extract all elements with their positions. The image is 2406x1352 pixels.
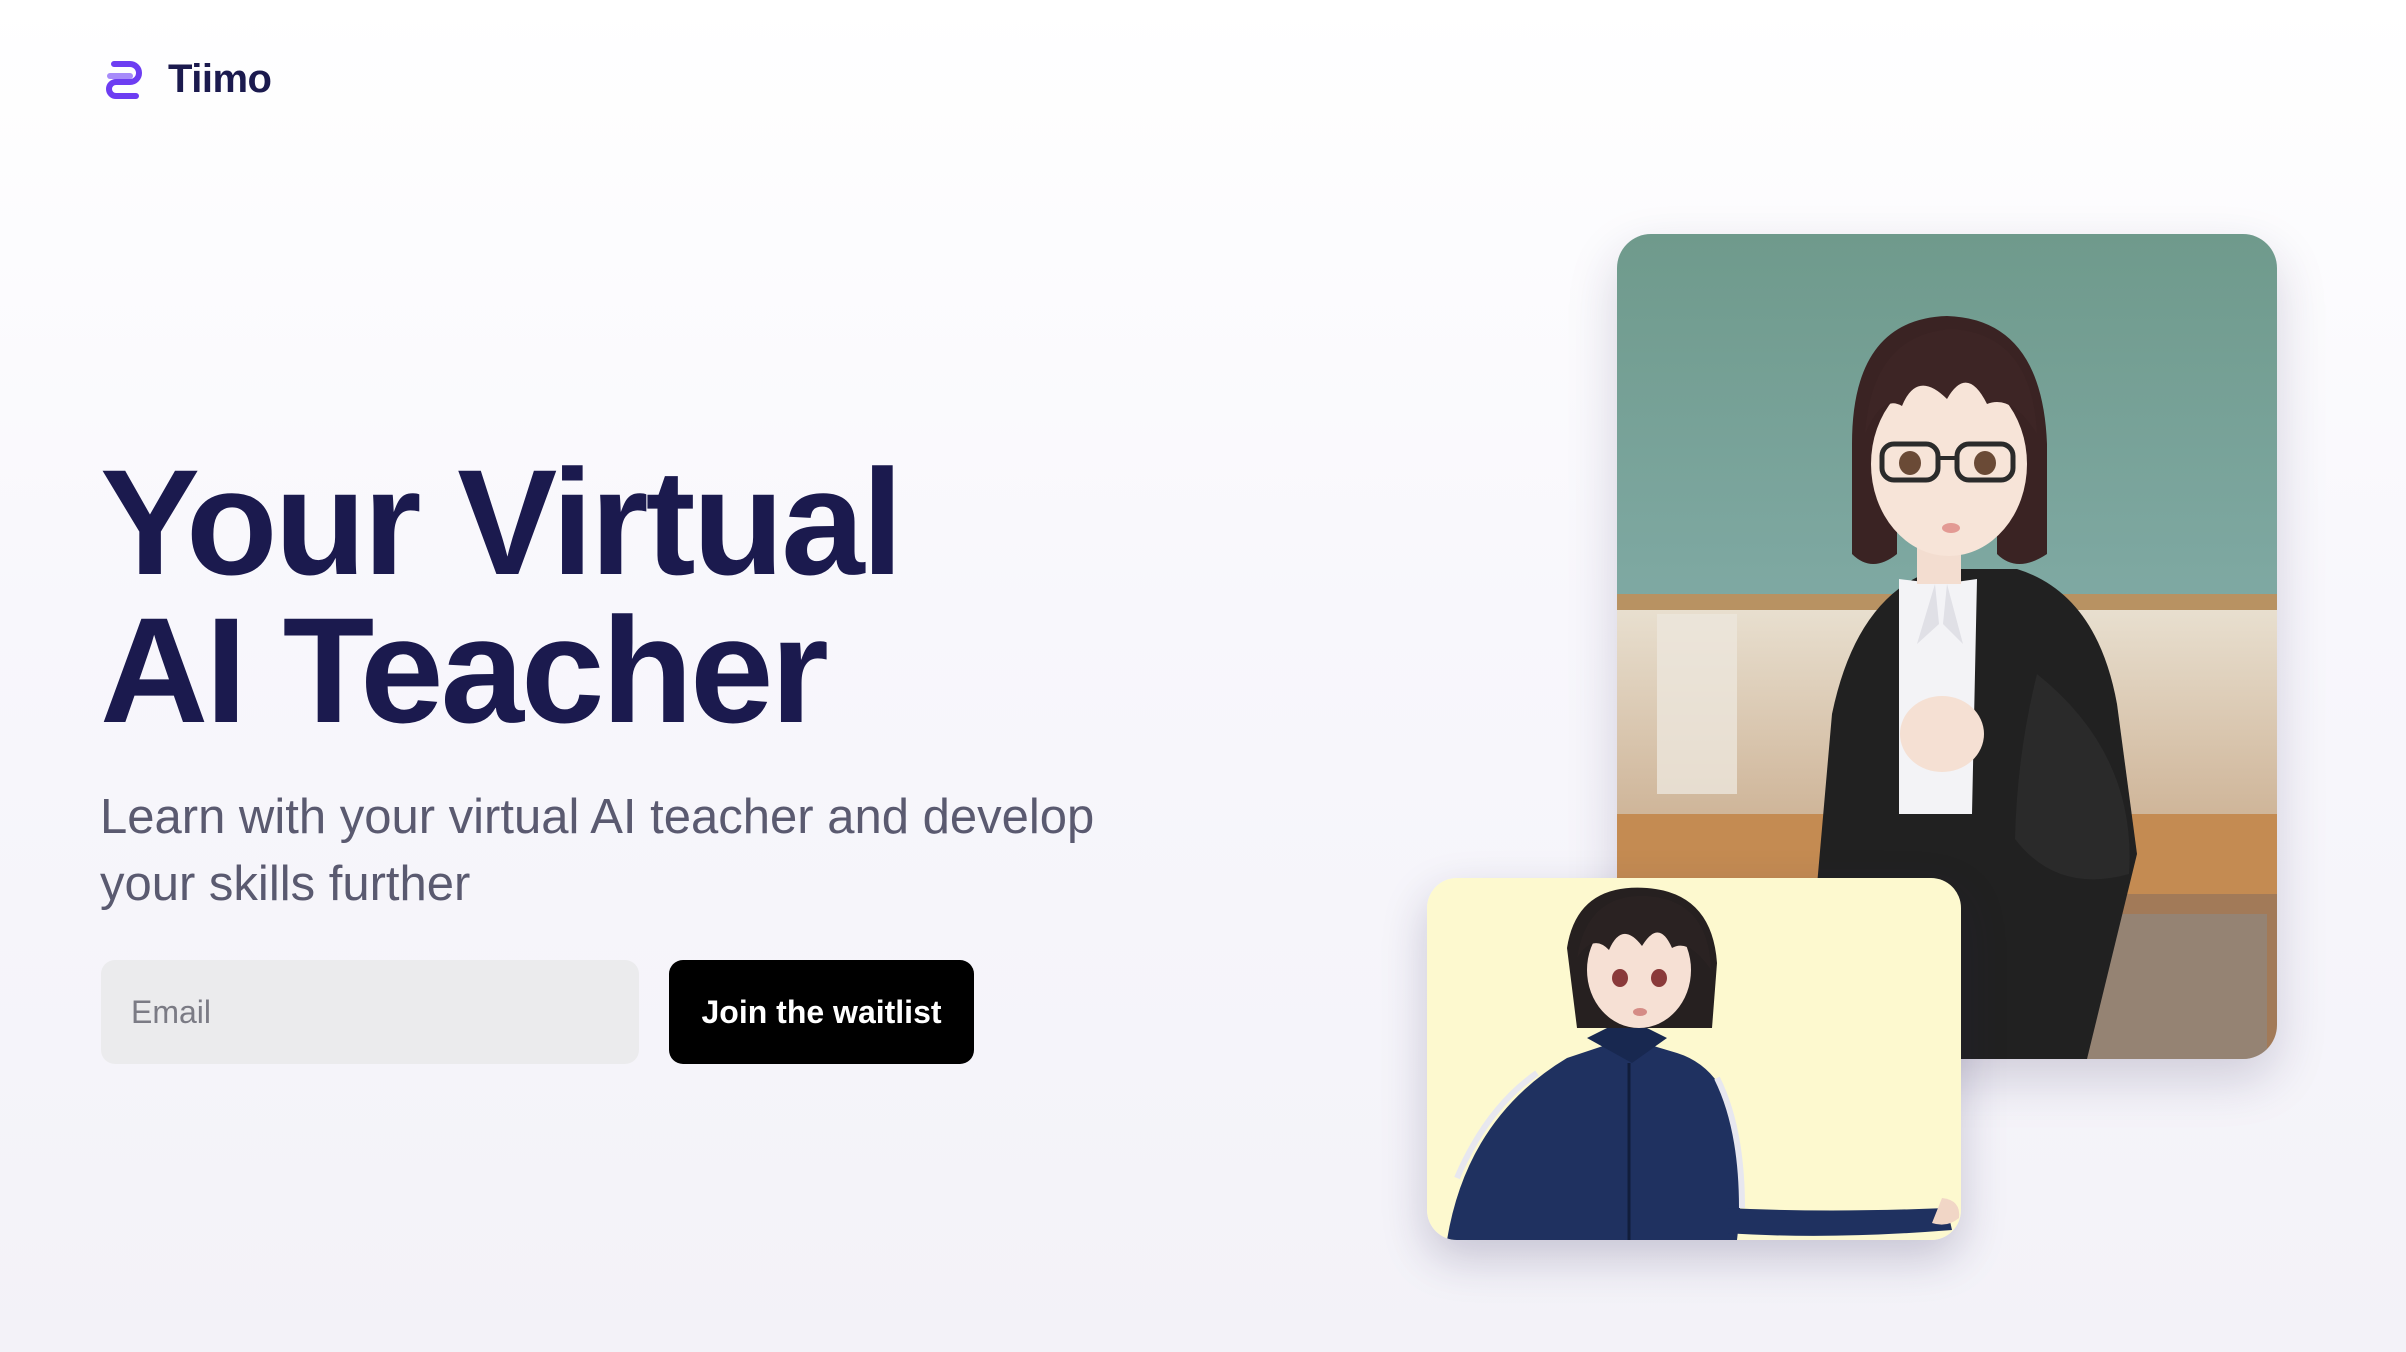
tiimo-logo-icon — [106, 61, 142, 99]
join-waitlist-button[interactable]: Join the waitlist — [669, 960, 974, 1064]
brand-logo[interactable]: Tiimo — [100, 56, 272, 102]
hero-subtitle: Learn with your virtual AI teacher and d… — [100, 790, 1095, 911]
student-video-tile — [1427, 878, 1961, 1240]
brand-name: Tiimo — [168, 56, 272, 101]
hero-title: Your Virtual AI Teacher — [100, 438, 903, 754]
waitlist-form: Join the waitlist — [101, 960, 974, 1064]
student-avatar-image — [1427, 878, 1961, 1240]
hero-title-line-1: Your Virtual — [100, 438, 903, 606]
email-input[interactable] — [101, 960, 639, 1064]
hero-title-line-2: AI Teacher — [100, 586, 829, 754]
